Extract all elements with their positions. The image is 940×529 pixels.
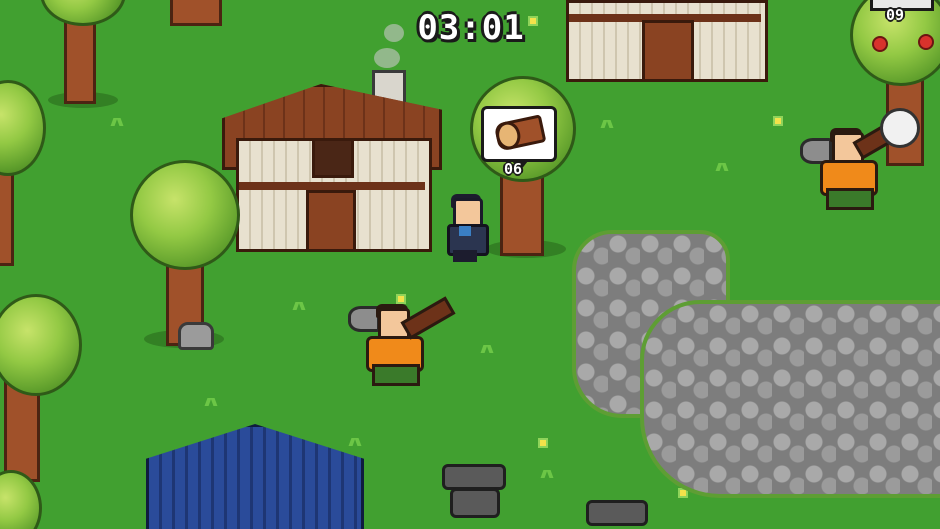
log-count: 06 (504, 160, 523, 178)
tree (40, 0, 126, 110)
lumberjack-npc[interactable] (348, 296, 456, 390)
game-scene[interactable]: 03:01 06 09 (0, 0, 940, 529)
flower (540, 440, 546, 446)
saw-blade-icon (880, 108, 920, 148)
tree (0, 80, 46, 266)
cottage (222, 24, 442, 258)
tree (0, 470, 42, 529)
grass-tuft (204, 398, 218, 406)
grass-tuft (110, 118, 124, 126)
anvil (450, 488, 500, 518)
cottage (566, 0, 768, 82)
grass-tuft (480, 345, 494, 353)
game-timer: 03:01 (417, 8, 525, 48)
tree (130, 160, 240, 350)
flower (775, 118, 781, 124)
flower (680, 490, 686, 496)
tree (0, 294, 82, 484)
grass-tuft (348, 438, 362, 446)
grass-tuft (715, 163, 729, 171)
corner-counter: 09 (886, 6, 905, 24)
lumberjack-npc[interactable] (800, 116, 908, 214)
resource-bubble (481, 106, 557, 171)
anvil (586, 500, 648, 526)
grass-tuft (540, 470, 554, 478)
grass-tuft (292, 302, 306, 310)
tree (160, 0, 230, 30)
grass-tuft (600, 120, 614, 128)
flower (530, 18, 536, 24)
player-character[interactable] (444, 192, 489, 266)
anvil (442, 464, 506, 490)
cobblestone-path (640, 300, 940, 498)
wood-log-icon (493, 114, 547, 152)
rock (178, 322, 214, 350)
storage-shed-roof (146, 424, 364, 529)
